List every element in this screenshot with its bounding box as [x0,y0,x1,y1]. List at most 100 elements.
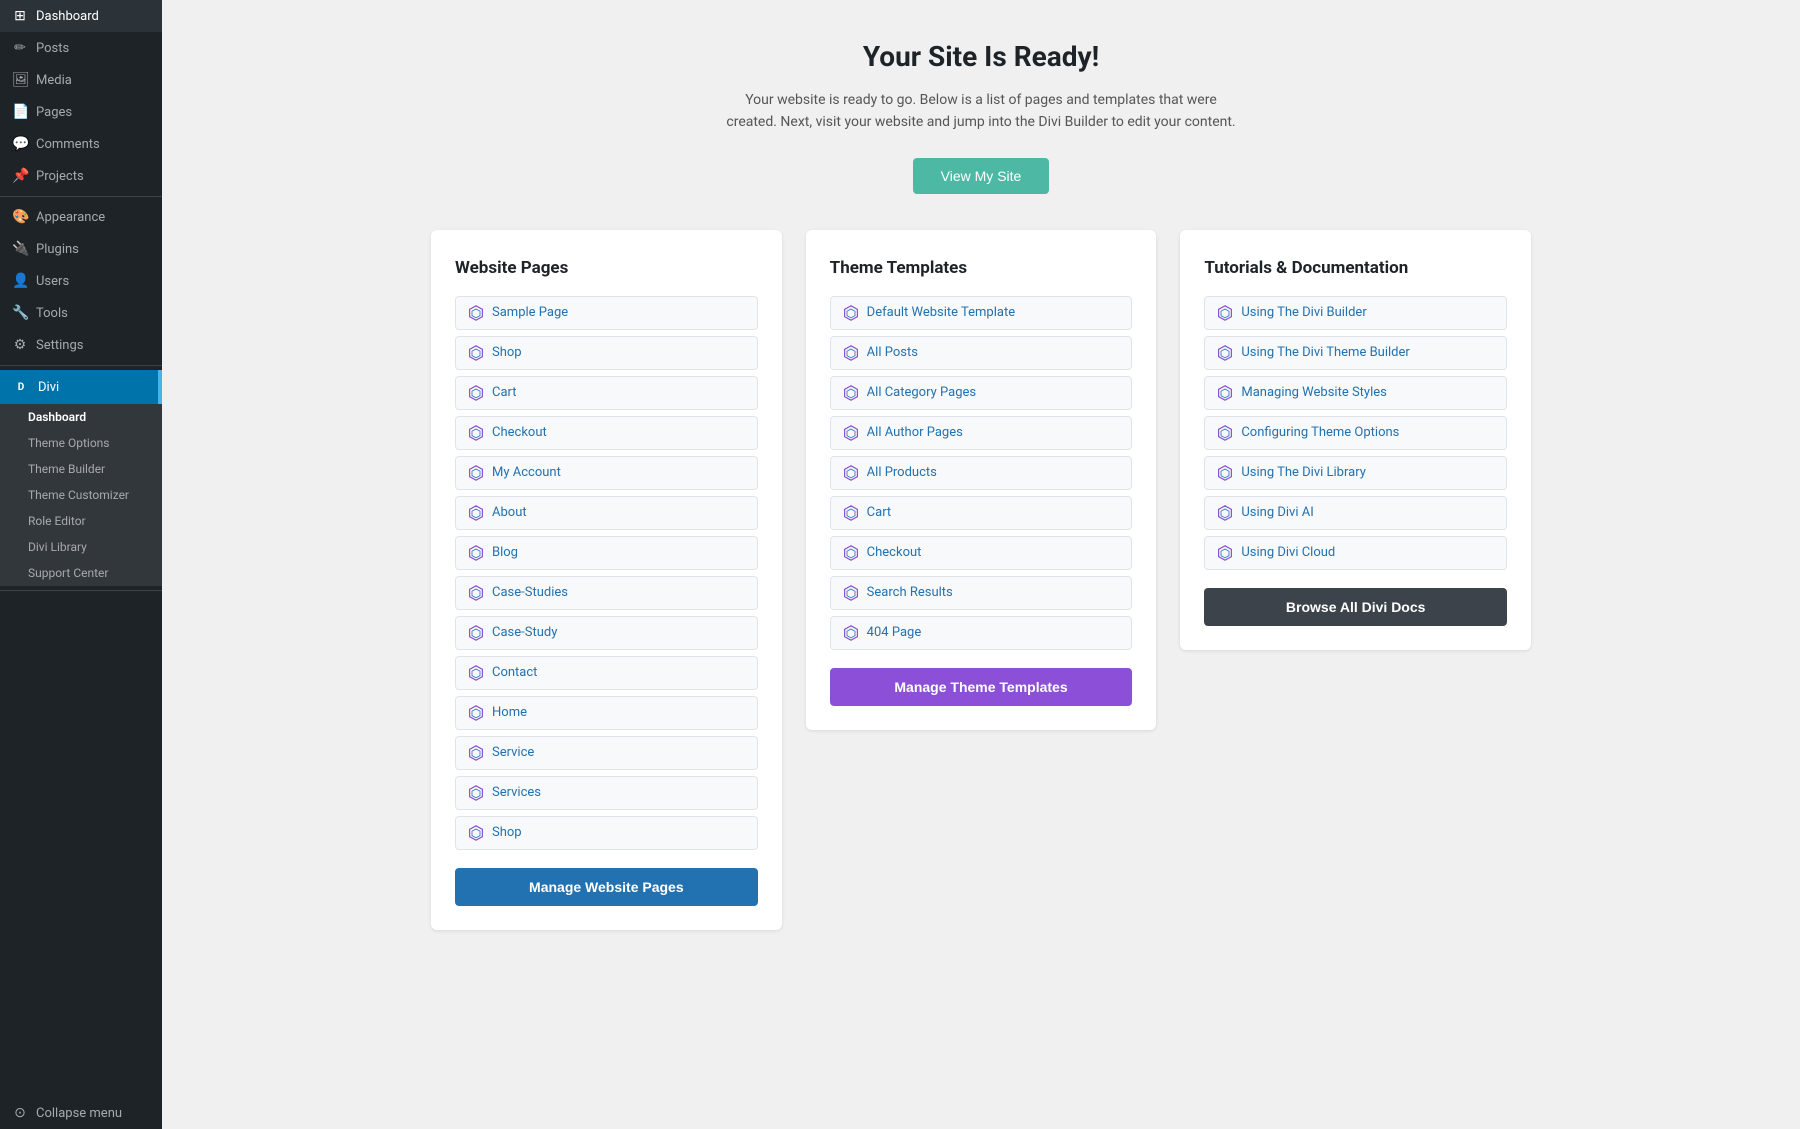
submenu-item-theme-options[interactable]: Theme Options [0,430,162,456]
view-site-button[interactable]: View My Site [913,158,1050,194]
list-item[interactable]: Default Website Template [830,296,1133,330]
list-item-label: Shop [492,345,522,360]
sidebar-item-projects[interactable]: 📌 Projects [0,160,162,192]
sidebar-item-appearance[interactable]: 🎨 Appearance [0,201,162,233]
list-item[interactable]: Service [455,736,758,770]
pages-icon: 📄 [12,104,28,120]
list-item[interactable]: Using Divi Cloud [1204,536,1507,570]
list-item[interactable]: Cart [455,376,758,410]
sidebar-item-plugins[interactable]: 🔌 Plugins [0,233,162,265]
list-item-label: Checkout [867,545,922,560]
media-icon: 🖼 [12,72,28,88]
list-item-label: Blog [492,545,518,560]
sidebar-item-settings[interactable]: ⚙ Settings [0,329,162,361]
theme-templates-title: Theme Templates [830,258,1133,278]
list-item[interactable]: All Products [830,456,1133,490]
posts-icon: ✏ [12,40,28,56]
comments-icon: 💬 [12,136,28,152]
sidebar-item-tools[interactable]: 🔧 Tools [0,297,162,329]
list-item-label: My Account [492,465,561,480]
sidebar-item-posts[interactable]: ✏ Posts [0,32,162,64]
sidebar-item-users[interactable]: 👤 Users [0,265,162,297]
settings-icon: ⚙ [12,337,28,353]
list-item[interactable]: Shop [455,336,758,370]
browse-divi-docs-button[interactable]: Browse All Divi Docs [1204,588,1507,626]
list-item[interactable]: Using The Divi Library [1204,456,1507,490]
submenu-item-support-center[interactable]: Support Center [0,560,162,586]
divi-active-indicator [158,370,162,404]
sidebar-collapse-menu[interactable]: ⊙ Collapse menu [0,1097,162,1129]
list-item[interactable]: Managing Website Styles [1204,376,1507,410]
sidebar-label-plugins: Plugins [36,242,79,257]
manage-website-pages-button[interactable]: Manage Website Pages [455,868,758,906]
collapse-label: Collapse menu [36,1106,122,1121]
list-item[interactable]: About [455,496,758,530]
tutorials-list: Using The Divi Builder Using The Divi Th… [1204,296,1507,570]
sidebar-label-comments: Comments [36,137,100,152]
list-item[interactable]: Case-Study [455,616,758,650]
main-content: Your Site Is Ready! Your website is read… [162,0,1800,1129]
list-item[interactable]: Using The Divi Theme Builder [1204,336,1507,370]
divi-icon: D [12,378,30,396]
list-item-label: Case-Studies [492,585,568,600]
list-item-label: Configuring Theme Options [1241,425,1399,440]
list-item[interactable]: All Posts [830,336,1133,370]
list-item[interactable]: Contact [455,656,758,690]
list-item[interactable]: Shop [455,816,758,850]
list-item-label: Using Divi Cloud [1241,545,1335,560]
list-item[interactable]: Blog [455,536,758,570]
list-item[interactable]: Checkout [455,416,758,450]
divider-3 [0,590,162,591]
list-item[interactable]: Services [455,776,758,810]
divider-1 [0,196,162,197]
divider-2 [0,365,162,366]
list-item-label: Cart [492,385,517,400]
dashboard-icon: ⊞ [12,8,28,24]
users-icon: 👤 [12,273,28,289]
sidebar-item-divi[interactable]: D Divi [0,370,162,404]
sidebar-label-dashboard: Dashboard [36,9,99,24]
sidebar-item-comments[interactable]: 💬 Comments [0,128,162,160]
list-item[interactable]: Home [455,696,758,730]
tools-icon: 🔧 [12,305,28,321]
list-item[interactable]: All Author Pages [830,416,1133,450]
sidebar-item-pages[interactable]: 📄 Pages [0,96,162,128]
list-item-label: All Category Pages [867,385,976,400]
sidebar-label-appearance: Appearance [36,210,105,225]
submenu-item-theme-builder[interactable]: Theme Builder [0,456,162,482]
list-item[interactable]: 404 Page [830,616,1133,650]
submenu-item-role-editor[interactable]: Role Editor [0,508,162,534]
list-item[interactable]: Case-Studies [455,576,758,610]
website-pages-card: Website Pages Sample Page Shop Cart Chec… [431,230,782,930]
list-item[interactable]: All Category Pages [830,376,1133,410]
list-item-label: Service [492,745,534,760]
list-item-label: Using Divi AI [1241,505,1313,520]
sidebar-label-divi: Divi [38,380,59,395]
theme-templates-card: Theme Templates Default Website Template… [806,230,1157,730]
list-item[interactable]: Configuring Theme Options [1204,416,1507,450]
list-item-label: Sample Page [492,305,568,320]
submenu-item-dashboard[interactable]: Dashboard [0,404,162,430]
list-item-label: Default Website Template [867,305,1015,320]
page-subtitle: Your website is ready to go. Below is a … [721,89,1241,134]
theme-templates-list: Default Website Template All Posts All C… [830,296,1133,650]
list-item[interactable]: Sample Page [455,296,758,330]
list-item[interactable]: Checkout [830,536,1133,570]
list-item[interactable]: Cart [830,496,1133,530]
list-item[interactable]: My Account [455,456,758,490]
list-item[interactable]: Using The Divi Builder [1204,296,1507,330]
list-item[interactable]: Using Divi AI [1204,496,1507,530]
sidebar-item-media[interactable]: 🖼 Media [0,64,162,96]
sidebar-label-users: Users [36,274,69,289]
manage-theme-templates-button[interactable]: Manage Theme Templates [830,668,1133,706]
list-item-label: 404 Page [867,625,922,640]
list-item-label: Search Results [867,585,953,600]
sidebar-item-dashboard[interactable]: ⊞ Dashboard [0,0,162,32]
list-item-label: Shop [492,825,522,840]
list-item-label: Home [492,705,527,720]
submenu-item-divi-library[interactable]: Divi Library [0,534,162,560]
projects-icon: 📌 [12,168,28,184]
appearance-icon: 🎨 [12,209,28,225]
submenu-item-theme-customizer[interactable]: Theme Customizer [0,482,162,508]
list-item[interactable]: Search Results [830,576,1133,610]
